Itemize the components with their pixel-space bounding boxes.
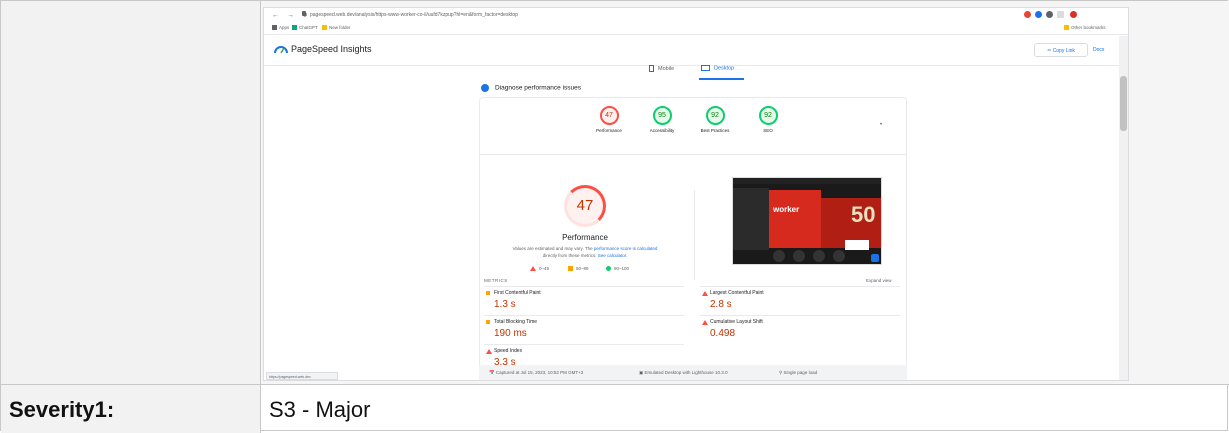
fail-triangle-icon [702,320,708,325]
avatar[interactable] [1070,11,1077,18]
bookmark-chatgpt[interactable]: ChatGPT [292,25,318,31]
window-icon[interactable] [1057,11,1064,18]
extension-icon[interactable] [1035,11,1042,18]
gauge-seo[interactable]: 92 SEO [743,106,793,133]
results-card: 47 Performance 95 Accessibility 92 Best … [479,97,907,380]
gauge-label: SEO [763,128,773,133]
metric-cls: Cumulative Layout Shift 0.498 [700,315,900,344]
fail-triangle-icon [486,349,492,354]
severity-label: Severity1: [1,385,261,433]
score-ring: 47 [599,106,619,125]
status-bar-url: https://pagespeed.web.dev [266,372,338,380]
copy-link-button[interactable]: ⚰ Copy Link [1034,43,1088,57]
psi-title[interactable]: PageSpeed Insights [291,44,372,54]
average-square-icon [486,320,490,324]
docs-link[interactable]: Docs [1093,47,1104,53]
tab-mobile[interactable]: Mobile [649,65,689,72]
scrollbar-thumb[interactable] [1120,76,1127,131]
screenshot-logo: worker [773,205,800,214]
folder-icon [1064,25,1069,31]
desktop-icon [701,65,710,71]
gauge-label: Accessibility [649,128,675,133]
pagespeed-logo-icon [274,46,288,54]
other-bookmarks[interactable]: Other bookmarks [1064,25,1106,31]
score-ring: 95 [652,106,672,125]
metric-lcp: Largest Contentful Paint 2.8 s [700,286,900,315]
diagnose-heading: Diagnose performance issues [481,84,581,92]
load-type: ⚲ Single page load [779,370,818,375]
tab-desktop[interactable]: Desktop [701,65,747,71]
puzzle-icon[interactable] [1046,11,1053,18]
average-square-icon [486,291,490,295]
psi-header: PageSpeed Insights ⚰ Copy Link Docs [264,35,1128,66]
expand-view-button[interactable]: Expand view [866,278,892,283]
browser-window: ← → ↻ pagespeed.web.dev/analysis/https-w… [263,7,1129,381]
apps-icon [272,25,277,31]
emulated-device: ▣ Emulated Desktop with Lighthouse 10.3.… [639,370,728,375]
average-square-icon [568,266,573,272]
url-text[interactable]: pagespeed.web.dev/analysis/https-www-wor… [310,12,518,18]
divider [694,190,695,280]
gauge-accessibility[interactable]: 95 Accessibility [637,106,687,133]
active-tab-indicator [699,78,744,80]
bookmark-folder[interactable]: New folder [322,25,351,31]
performance-title: Performance [562,233,608,242]
pass-circle-icon [606,266,611,272]
scrollbar[interactable] [1119,36,1128,380]
chat-icon [871,254,879,262]
bookmarks-bar: Apps ChatGPT New folder Other bookmarks [264,23,1128,35]
report-footer: 📅 Captured at Jul 15, 2023, 10:52 PM GMT… [479,365,907,380]
legend-average: 50–89 [568,266,589,272]
captured-time: 📅 Captured at Jul 15, 2023, 10:52 PM GMT… [489,370,584,375]
metric-fcp: First Contentful Paint 1.3 s [484,286,684,315]
score-ring: 92 [758,106,778,125]
address-bar: ← → ↻ pagespeed.web.dev/analysis/https-w… [264,8,1128,23]
page-screenshot[interactable]: worker 50 [732,177,882,265]
severity-value: S3 - Major [269,397,371,422]
performance-score-gauge: 47 [564,185,606,227]
chatgpt-icon [292,25,297,31]
legend-pass: 90–100 [606,266,629,272]
score-calculated-link[interactable]: performance score is calculated [594,246,658,251]
phone-icon [649,65,654,72]
gauge-best-practices[interactable]: 92 Best Practices [690,106,740,133]
report-table: ← → ↻ pagespeed.web.dev/analysis/https-w… [0,0,1229,433]
gauge-label: Best Practices [700,128,730,133]
screenshot-row: ← → ↻ pagespeed.web.dev/analysis/https-w… [1,1,1229,384]
performance-note: Values are estimated and may vary. The p… [512,246,658,258]
divider [480,154,906,155]
more-icon[interactable]: • [880,122,882,128]
gauge-label: Performance [596,128,622,133]
fail-triangle-icon [530,266,536,272]
metrics-header: METRICS [484,278,508,283]
row-label-cell [1,1,261,384]
legend-fail: 0–49 [530,266,549,272]
bookmark-apps[interactable]: Apps [272,25,289,31]
fail-triangle-icon [702,291,708,296]
see-calculator-link[interactable]: See calculator. [598,253,628,258]
gauge-performance[interactable]: 47 Performance [584,106,634,133]
check-icon [481,84,489,92]
extension-icon[interactable] [1024,11,1031,18]
folder-icon [322,25,327,31]
screenshot-promo: 50 [851,202,876,227]
severity-row: Severity1: S3 - Major [1,384,1229,433]
lock-icon [302,11,306,16]
metric-tbt: Total Blocking Time 190 ms [484,315,684,344]
score-ring: 92 [705,106,725,125]
